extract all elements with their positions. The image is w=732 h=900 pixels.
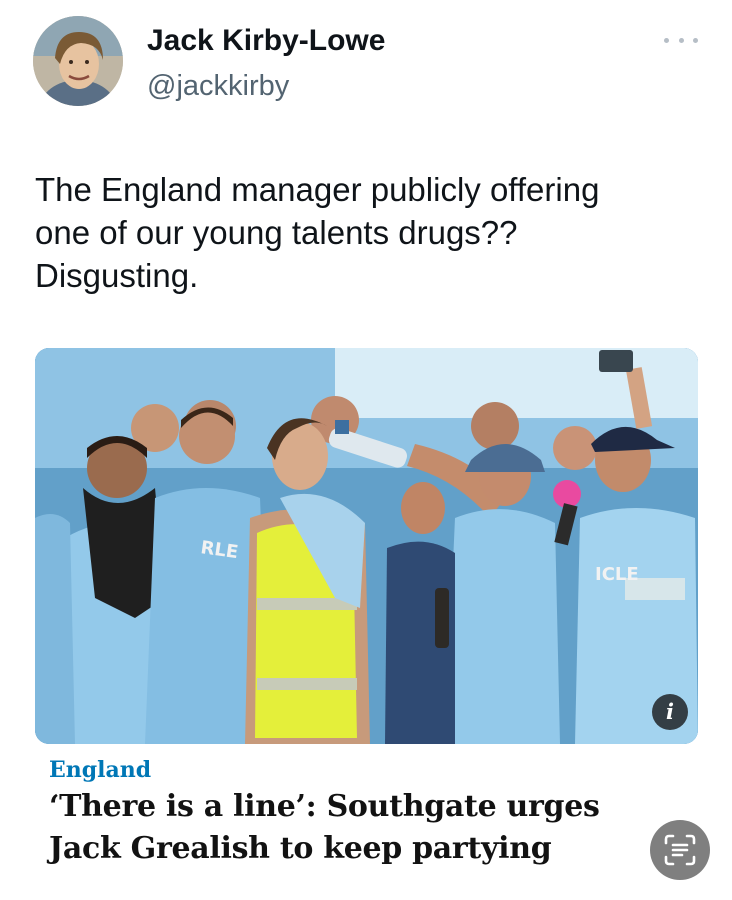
article-image[interactable]: RLE ICLE bbox=[35, 348, 698, 744]
ellipsis-icon[interactable] bbox=[664, 30, 698, 50]
author-name[interactable]: Jack Kirby-Lowe bbox=[147, 24, 385, 58]
celebration-photo: RLE ICLE bbox=[35, 348, 698, 744]
dot bbox=[693, 37, 698, 43]
info-icon[interactable]: i bbox=[652, 694, 688, 730]
text-scan-button[interactable] bbox=[650, 820, 710, 880]
author-handle[interactable]: @jackkirby bbox=[147, 70, 289, 103]
dot bbox=[678, 37, 684, 43]
svg-text:ICLE: ICLE bbox=[595, 564, 639, 585]
article-headline[interactable]: ‘There is a line’: Southgate urges Jack … bbox=[49, 786, 639, 870]
avatar[interactable] bbox=[33, 16, 123, 106]
dot bbox=[664, 37, 669, 43]
text-scan-icon bbox=[664, 834, 696, 866]
avatar-photo bbox=[33, 16, 123, 106]
article-section-label[interactable]: England bbox=[49, 757, 151, 783]
tweet-text: The England manager publicly offering on… bbox=[35, 171, 600, 294]
